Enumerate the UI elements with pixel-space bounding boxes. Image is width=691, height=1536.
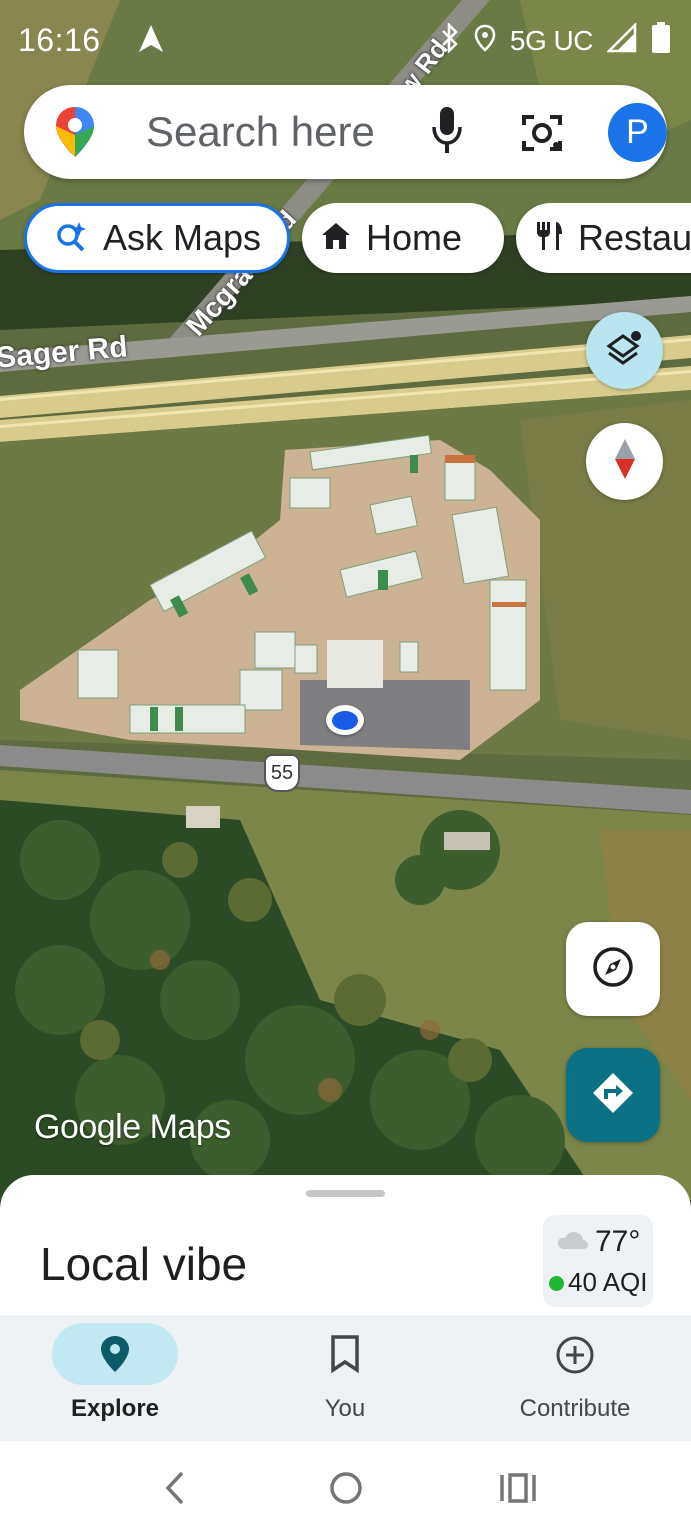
bottom-sheet[interactable]: Local vibe 77° 40 AQI — [0, 1175, 691, 1335]
system-navigation-bar — [0, 1441, 691, 1536]
weather-widget[interactable]: 77° 40 AQI — [543, 1215, 653, 1307]
chip-home[interactable]: Home — [302, 203, 504, 273]
compass-button[interactable] — [586, 423, 663, 500]
weather-aqi: 40 AQI — [568, 1267, 648, 1297]
map-imagery — [0, 0, 691, 1200]
bookmark-icon — [230, 1335, 460, 1373]
mic-icon[interactable] — [430, 105, 464, 162]
sparkle-search-icon — [55, 220, 87, 257]
google-maps-watermark: Google Maps — [34, 1108, 231, 1146]
sheet-title: Local vibe — [40, 1238, 248, 1290]
navigation-arrow-icon — [138, 24, 164, 59]
current-location-dot — [326, 705, 364, 735]
tab-explore[interactable]: Explore — [0, 1315, 230, 1441]
home-circle-icon[interactable] — [328, 1469, 364, 1512]
search-bar[interactable]: Search here P — [24, 85, 667, 179]
location-icon — [474, 24, 496, 57]
lens-camera-icon[interactable] — [518, 109, 566, 162]
explore-pin-icon — [0, 1335, 230, 1373]
aqi-status-dot — [549, 1276, 564, 1291]
back-icon[interactable] — [160, 1469, 190, 1512]
status-bar: 16:16 5G UC — [0, 0, 691, 80]
signal-icon — [605, 21, 637, 58]
search-input[interactable]: Search here — [146, 108, 375, 156]
recents-icon[interactable] — [498, 1469, 538, 1512]
directions-button[interactable] — [566, 1048, 660, 1142]
battery-icon — [651, 22, 671, 59]
home-icon — [320, 221, 352, 256]
avatar[interactable]: P — [608, 103, 667, 162]
tab-you[interactable]: You — [230, 1315, 460, 1441]
chip-label: Home — [366, 217, 463, 258]
layers-button[interactable] — [586, 312, 663, 389]
chip-restaurants[interactable]: Restau — [516, 203, 691, 273]
add-circle-icon — [460, 1335, 690, 1375]
layers-icon — [605, 328, 645, 373]
weather-temperature: 77° — [595, 1225, 641, 1258]
tab-label: Explore — [70, 1395, 160, 1422]
recenter-icon — [591, 945, 635, 994]
restaurant-icon — [534, 220, 564, 257]
recenter-button[interactable] — [566, 922, 660, 1016]
category-chips: Ask Maps Home Restau — [0, 203, 691, 275]
sheet-drag-handle[interactable] — [306, 1190, 385, 1197]
chip-label: Restau — [578, 217, 691, 258]
tab-label: You — [324, 1395, 366, 1422]
compass-icon — [613, 437, 637, 486]
tab-contribute[interactable]: Contribute — [460, 1315, 690, 1441]
status-time: 16:16 — [18, 22, 101, 58]
satellite-map[interactable]: Sager Rd Mcgra w Rd d 55 Google Maps — [0, 0, 691, 1200]
cloud-icon — [557, 1231, 589, 1256]
maps-pin-logo-icon — [54, 105, 96, 164]
route-shield: 55 — [264, 754, 300, 792]
bluetooth-icon — [440, 21, 460, 58]
bottom-navigation: Explore You Contribute — [0, 1315, 691, 1441]
chip-ask-maps[interactable]: Ask Maps — [24, 203, 290, 273]
tab-label: Contribute — [519, 1395, 631, 1422]
network-type: 5G UC — [509, 24, 594, 56]
chip-label: Ask Maps — [103, 217, 262, 258]
directions-icon — [591, 1071, 635, 1120]
